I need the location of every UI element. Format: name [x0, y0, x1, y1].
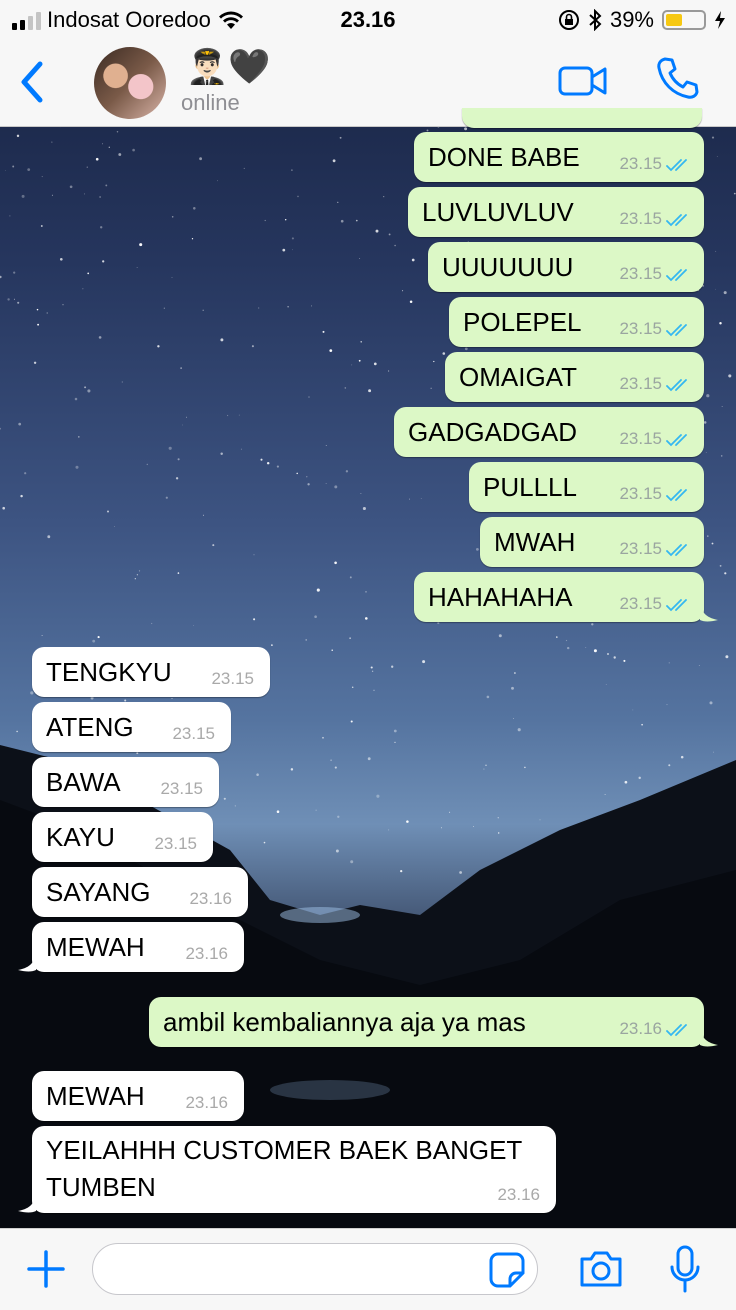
message-time: 23.15	[154, 834, 197, 853]
read-receipt-icon	[666, 269, 687, 282]
outgoing-message[interactable]: GADGADGAD 23.15	[394, 407, 704, 457]
phone-icon[interactable]	[656, 56, 700, 100]
read-receipt-icon	[666, 159, 687, 172]
battery-icon	[662, 10, 706, 30]
message-text: UUUUUUU	[442, 252, 574, 282]
contact-status: online	[181, 90, 240, 115]
incoming-message[interactable]: MEWAH 23.16	[32, 1071, 244, 1121]
message-text: DONE BABE	[428, 142, 580, 172]
bubble-tail	[700, 1029, 718, 1047]
message-time: 23.15	[619, 154, 662, 173]
incoming-message[interactable]: BAWA 23.15	[32, 757, 219, 807]
bubble-tail	[18, 1195, 36, 1213]
message-text: SAYANG	[46, 877, 151, 907]
message-text: MEWAH	[46, 932, 145, 962]
message-text: ambil kembaliannya aja ya mas	[163, 1007, 526, 1037]
read-receipt-icon	[666, 324, 687, 337]
avatar[interactable]	[94, 47, 166, 119]
message-text: ATENG	[46, 712, 134, 742]
message-time: 23.15	[619, 319, 662, 338]
outgoing-message[interactable]: MWAH 23.15	[480, 517, 704, 567]
read-receipt-icon	[666, 434, 687, 447]
incoming-message[interactable]: SAYANG 23.16	[32, 867, 248, 917]
message-text: YEILAHHH CUSTOMER BAEK BANGET TUMBEN	[46, 1135, 522, 1202]
outgoing-message[interactable]: ambil kembaliannya aja ya mas 23.16	[149, 997, 718, 1047]
incoming-message[interactable]: YEILAHHH CUSTOMER BAEK BANGET TUMBEN 23.1…	[18, 1126, 556, 1213]
read-receipt-icon	[666, 489, 687, 502]
message-time: 23.15	[619, 209, 662, 228]
read-receipt-icon	[666, 599, 687, 612]
message-time: 23.16	[619, 1019, 662, 1038]
bluetooth-icon	[589, 9, 602, 31]
outgoing-message[interactable]: PULLLL 23.15	[469, 462, 704, 512]
battery-percent: 39%	[609, 7, 654, 32]
orientation-lock-icon	[558, 10, 579, 30]
plus-icon[interactable]	[26, 1249, 66, 1289]
camera-icon[interactable]	[578, 1249, 624, 1289]
message-text: HAHAHAHA	[428, 582, 573, 612]
read-receipt-icon	[666, 379, 687, 392]
message-text: OMAIGAT	[459, 362, 577, 392]
contact-name[interactable]: 👨🏻‍✈️🖤	[186, 48, 271, 86]
outgoing-message[interactable]: LUVLUVLUV 23.15	[408, 187, 704, 237]
status-bar: Indosat Ooredoo 23.16 39%	[0, 0, 736, 40]
outgoing-message[interactable]: OMAIGAT 23.15	[445, 352, 704, 402]
message-text: PULLLL	[483, 472, 577, 502]
outgoing-message[interactable]: HAHAHAHA 23.15	[414, 572, 718, 622]
outgoing-message[interactable]: UUUUUUU 23.15	[428, 242, 704, 292]
incoming-message[interactable]: ATENG 23.15	[32, 702, 231, 752]
chevron-left-icon[interactable]	[14, 58, 50, 106]
message-text: TENGKYU	[46, 657, 172, 687]
message-text: POLEPEL	[463, 307, 582, 337]
incoming-message[interactable]: TENGKYU 23.15	[32, 647, 270, 697]
message-time: 23.16	[497, 1185, 540, 1204]
incoming-message[interactable]: MEWAH 23.16	[18, 922, 244, 972]
video-camera-icon[interactable]	[558, 64, 608, 98]
message-bubble-partial	[462, 108, 702, 128]
message-time: 23.15	[619, 264, 662, 283]
message-time: 23.16	[189, 889, 232, 908]
outgoing-message[interactable]: POLEPEL 23.15	[449, 297, 704, 347]
message-text: MEWAH	[46, 1081, 145, 1111]
sticker-icon[interactable]	[488, 1251, 526, 1289]
message-input[interactable]	[92, 1243, 538, 1295]
message-time: 23.16	[185, 944, 228, 963]
message-time: 23.15	[619, 539, 662, 558]
charging-icon	[715, 11, 725, 29]
message-time: 23.15	[619, 484, 662, 503]
message-text: BAWA	[46, 767, 121, 797]
message-text: MWAH	[494, 527, 576, 557]
outgoing-message[interactable]: DONE BABE 23.15	[414, 132, 704, 182]
message-time: 23.15	[160, 779, 203, 798]
incoming-message[interactable]: KAYU 23.15	[32, 812, 213, 862]
read-receipt-icon	[666, 214, 687, 227]
message-time: 23.15	[619, 429, 662, 448]
message-time: 23.15	[619, 374, 662, 393]
message-text: LUVLUVLUV	[422, 197, 574, 227]
read-receipt-icon	[666, 1024, 687, 1037]
message-text: GADGADGAD	[408, 417, 578, 447]
message-time: 23.16	[185, 1093, 228, 1112]
message-text: KAYU	[46, 822, 115, 852]
message-time: 23.15	[172, 724, 215, 743]
message-time: 23.15	[211, 669, 254, 688]
input-bar	[0, 1228, 736, 1310]
bubble-tail	[18, 954, 36, 972]
read-receipt-icon	[666, 544, 687, 557]
microphone-icon[interactable]	[668, 1245, 702, 1295]
message-time: 23.15	[619, 594, 662, 613]
bubble-tail	[700, 604, 718, 622]
